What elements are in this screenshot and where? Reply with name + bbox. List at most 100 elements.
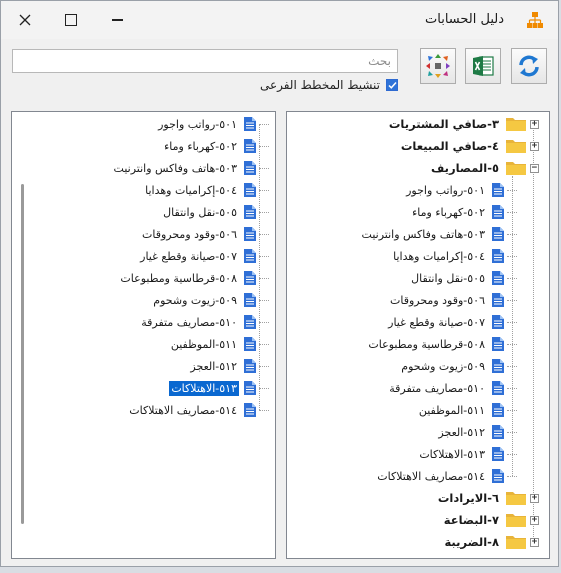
arrows-expand-icon <box>426 54 450 78</box>
document-icon <box>492 381 504 395</box>
folder-icon <box>506 492 526 505</box>
list-item[interactable]: ٥٠٨-قرطاسية ومطبوعات <box>118 267 269 289</box>
list-item-label: ٥٠٨-قرطاسية ومطبوعات <box>120 271 237 285</box>
folder-icon <box>506 118 526 131</box>
tree-branch-line <box>507 453 517 455</box>
list-item-label: ٥١٢-العجز <box>190 359 237 373</box>
document-icon <box>244 359 256 373</box>
folder-icon <box>506 162 526 175</box>
minimize-button[interactable] <box>103 7 131 33</box>
document-icon <box>492 447 504 461</box>
tree-node-child[interactable]: ٥٠٩-زيوت وشحوم <box>399 355 517 377</box>
document-icon <box>244 315 256 329</box>
tree-node-parent[interactable]: +٣-صافي المشتريات <box>387 113 539 135</box>
document-icon <box>244 227 256 241</box>
tree-node-label: ٧-البضاعة <box>443 513 499 527</box>
expand-icon[interactable]: + <box>530 119 539 129</box>
tree-branch-line <box>507 343 517 345</box>
maximize-button[interactable] <box>57 7 85 33</box>
tree-node-child[interactable]: ٥٠٣-هاتف وفاكس وانترنيت <box>360 223 517 245</box>
tree-node-label: ٥٠٦-وقود ومحروقات <box>389 293 485 307</box>
close-icon <box>19 14 31 26</box>
list-item-label: ٥٠١-رواتب واجور <box>158 117 237 131</box>
tree-node-child[interactable]: ٥٠٧-صيانة وقطع غيار <box>386 311 517 333</box>
tree-node-child[interactable]: ٥١٤-مصاريف الاهتلاكات <box>375 465 517 487</box>
tree-node-label: ٥١٠-مصاريف متفرقة <box>389 381 485 395</box>
document-icon <box>244 337 256 351</box>
search-input[interactable] <box>12 49 398 73</box>
list-item[interactable]: ٥١١-الموظفين <box>169 333 269 355</box>
tree-node-child[interactable]: ٥١٣-الاهتلاكات <box>417 443 517 465</box>
tree-node-label: ٥٠١-رواتب واجور <box>406 183 485 197</box>
expand-icon[interactable]: + <box>530 537 539 547</box>
close-button[interactable] <box>11 7 39 33</box>
tree-branch-line <box>259 189 269 191</box>
tree-node-label: ٥٠٤-إكراميات وهدايا <box>393 249 485 263</box>
tree-node-parent[interactable]: +٤-صافي المبيعات <box>399 135 539 157</box>
list-item-label: ٥٠٧-صيانة وقطع غيار <box>140 249 237 263</box>
tree-node-label: ٤-صافي المبيعات <box>400 139 499 153</box>
tree-branch-line <box>507 409 517 411</box>
tree-branch-line <box>507 233 517 235</box>
subplan-checkbox-row[interactable]: تنشيط المخطط الفرعى <box>260 78 398 92</box>
tree-node-child[interactable]: ٥١٢-العجز <box>436 421 517 443</box>
tree-node-parent[interactable]: +٦-الايرادات <box>436 487 539 509</box>
tree-node-child[interactable]: ٥١١-الموظفين <box>417 399 517 421</box>
vertical-scrollbar[interactable] <box>21 184 24 524</box>
tree-branch-line <box>507 431 517 433</box>
document-icon <box>492 337 504 351</box>
check-icon <box>387 81 397 89</box>
tree-node-label: ٦-الايرادات <box>437 491 499 505</box>
list-item[interactable]: ٥١٠-مصاريف متفرقة <box>139 311 269 333</box>
document-icon <box>244 293 256 307</box>
list-item[interactable]: ٥٠٧-صيانة وقطع غيار <box>138 245 269 267</box>
list-item[interactable]: ٥٠٢-كهرباء وماء <box>162 135 269 157</box>
list-item[interactable]: ٥١٤-مصاريف الاهتلاكات <box>127 399 269 421</box>
tree-node-child[interactable]: ٥٠٢-كهرباء وماء <box>410 201 517 223</box>
document-icon <box>492 315 504 329</box>
expand-all-button[interactable] <box>420 48 456 84</box>
list-item[interactable]: ٥١٢-العجز <box>188 355 269 377</box>
tree-node-parent[interactable]: +٨-الضريبة <box>442 531 539 553</box>
tree-node-child[interactable]: ٥٠١-رواتب واجور <box>404 179 517 201</box>
expand-icon[interactable]: + <box>530 515 539 525</box>
list-item[interactable]: ٥٠٣-هاتف وفاكس وانترنيت <box>112 157 269 179</box>
tree-branch-line <box>259 233 269 235</box>
tree-node-label: ٥٠٨-قرطاسية ومطبوعات <box>368 337 485 351</box>
document-icon <box>492 293 504 307</box>
list-item[interactable]: ٥٠٤-إكراميات وهدايا <box>143 179 269 201</box>
expand-icon[interactable]: + <box>530 493 539 503</box>
accounts-tree-panel[interactable]: +٣-صافي المشتريات +٤-صافي المبيعات −٥-المص… <box>286 111 550 559</box>
tree-node-child[interactable]: ٥٠٤-إكراميات وهدايا <box>391 245 517 267</box>
list-item-label: ٥٠٢-كهرباء وماء <box>164 139 237 153</box>
tree-node-child[interactable]: ٥٠٨-قرطاسية ومطبوعات <box>366 333 517 355</box>
child-accounts-panel[interactable]: ٥٠١-رواتب واجور ٥٠٢-كهرباء وماء ٥٠٣-هاتف و… <box>11 111 276 559</box>
tree-branch-line <box>259 145 269 147</box>
maximize-icon <box>65 14 77 26</box>
tree-node-parent[interactable]: − ٥-المصاريف <box>429 157 539 179</box>
tree-node-label: ٥٠٥-نقل وانتقال <box>411 271 485 285</box>
tree-node-child[interactable]: ٥٠٦-وقود ومحروقات <box>388 289 517 311</box>
list-item[interactable]: ٥٠٦-وقود ومحروقات <box>140 223 269 245</box>
subplan-checkbox[interactable] <box>386 79 398 91</box>
tree-node-parent[interactable]: +٧-البضاعة <box>442 509 539 531</box>
tree-node-label: ٣-صافي المشتريات <box>388 117 499 131</box>
tree-node-label: ٥٠٣-هاتف وفاكس وانترنيت <box>361 227 485 241</box>
tree-node-child[interactable]: ٥٠٥-نقل وانتقال <box>409 267 517 289</box>
tree-branch-line <box>259 321 269 323</box>
export-excel-button[interactable] <box>465 48 501 84</box>
list-item[interactable]: ٥٠٩-زيوت وشحوم <box>151 289 269 311</box>
tree-node-label: ٨-الضريبة <box>444 535 499 549</box>
document-icon <box>244 205 256 219</box>
excel-icon <box>473 56 494 76</box>
list-item[interactable]: ٥٠٥-نقل وانتقال <box>161 201 269 223</box>
collapse-icon[interactable]: − <box>530 163 539 173</box>
tree-node-label: ٥-المصاريف <box>430 161 499 175</box>
list-item[interactable]: ٥٠١-رواتب واجور <box>156 113 269 135</box>
list-item-label: ٥٠٦-وقود ومحروقات <box>141 227 237 241</box>
tree-node-child[interactable]: ٥١٠-مصاريف متفرقة <box>387 377 517 399</box>
expand-icon[interactable]: + <box>530 141 539 151</box>
list-item[interactable]: ٥١٣-الاهتلاكات <box>168 377 269 399</box>
refresh-button[interactable] <box>511 48 547 84</box>
tree-branch-line <box>507 189 517 191</box>
